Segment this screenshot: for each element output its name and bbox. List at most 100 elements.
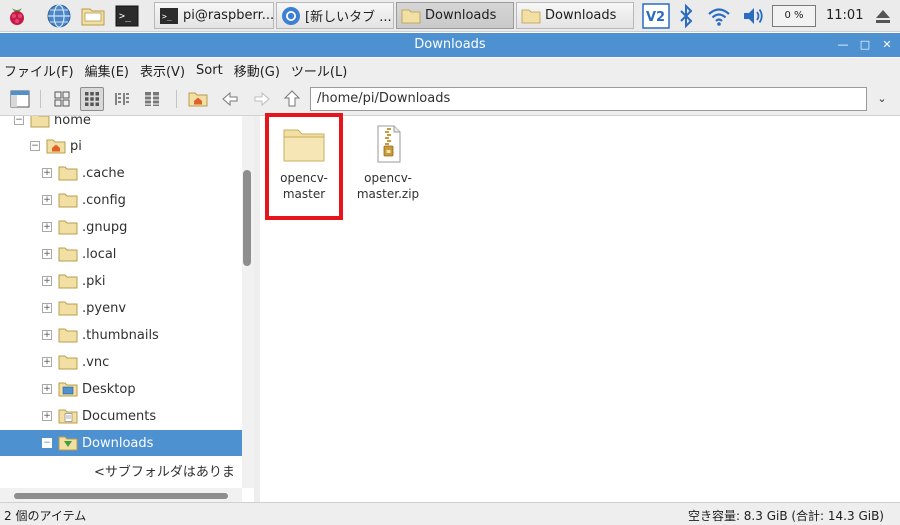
expand-icon[interactable]: + [42, 330, 52, 340]
task-terminal[interactable]: >_ pi@raspberr... [154, 2, 274, 29]
tree-item-gnupg[interactable]: + .gnupg [0, 214, 242, 240]
svg-text:>_: >_ [162, 12, 172, 21]
menu-go[interactable]: 移動(G) [234, 61, 280, 80]
directory-tree: − home − pi + .cache + .config + .gnupg … [0, 116, 242, 488]
tree-item-label: .config [82, 192, 126, 208]
back-button[interactable] [218, 87, 242, 111]
terminal-icon[interactable]: >_ [114, 3, 140, 29]
expand-icon[interactable]: + [42, 384, 52, 394]
folder-icon [58, 247, 78, 262]
expand-icon[interactable]: + [42, 168, 52, 178]
expand-icon[interactable]: + [42, 357, 52, 367]
home-folder-icon [46, 139, 66, 154]
collapse-icon[interactable]: − [30, 141, 40, 151]
maximize-icon[interactable]: □ [858, 38, 872, 52]
tree-item-label: home [54, 116, 91, 128]
file-manager-icon[interactable] [80, 3, 106, 29]
task-label: Downloads [545, 8, 617, 23]
tree-item-vnc[interactable]: + .vnc [0, 349, 242, 375]
tree-item-pki[interactable]: + .pki [0, 268, 242, 294]
clock[interactable]: 11:01 [826, 0, 863, 32]
downloads-folder-icon [58, 436, 78, 451]
tree-item-label: .pyenv [82, 300, 127, 316]
toolbar-separator [40, 90, 41, 108]
expand-icon[interactable]: + [42, 222, 52, 232]
svg-text:>_: >_ [119, 11, 132, 22]
tree-item-local[interactable]: + .local [0, 241, 242, 267]
forward-button[interactable] [250, 87, 274, 111]
menu-sort[interactable]: Sort [196, 63, 223, 78]
taskbar: >_ >_ pi@raspberr... [新しいタブ ... Download… [0, 0, 900, 32]
wifi-icon[interactable] [706, 3, 732, 29]
tree-item-pyenv[interactable]: + .pyenv [0, 295, 242, 321]
raspberry-menu-icon[interactable] [4, 3, 30, 29]
window-titlebar[interactable]: Downloads — □ ✕ [0, 33, 900, 57]
path-input[interactable]: /home/pi/Downloads [310, 87, 867, 111]
task-browser[interactable]: [新しいタブ ... [276, 2, 394, 29]
file-name-line1: opencv- [364, 171, 412, 185]
tree-item-no-subfolders: <サブフォルダはありま [0, 457, 242, 483]
home-button[interactable] [186, 87, 210, 111]
task-downloads-active[interactable]: Downloads [396, 2, 514, 29]
tree-item-home[interactable]: − home [0, 116, 242, 133]
task-label: pi@raspberr... [183, 8, 274, 23]
tree-item-label: Desktop [82, 381, 136, 397]
red-highlight-box [265, 113, 343, 220]
tree-item-config[interactable]: + .config [0, 187, 242, 213]
minimize-icon[interactable]: — [836, 38, 850, 52]
tree-item-desktop[interactable]: + Desktop [0, 376, 242, 402]
tree-horizontal-scroll-thumb[interactable] [14, 493, 228, 499]
tree-item-thumbnails[interactable]: + .thumbnails [0, 322, 242, 348]
folder-icon [58, 220, 78, 235]
tree-item-documents[interactable]: + Documents [0, 403, 242, 429]
tree-item-label: Downloads [82, 435, 154, 451]
expand-icon[interactable]: + [42, 195, 52, 205]
side-pane-icon [10, 90, 30, 108]
tree-item-downloads[interactable]: − Downloads [0, 430, 242, 456]
folder-icon [521, 9, 541, 23]
chevron-down-icon[interactable]: ⌄ [875, 92, 889, 106]
task-label: [新しいタブ ... [305, 10, 392, 25]
task-downloads[interactable]: Downloads [516, 2, 634, 29]
view-compact-button[interactable] [110, 87, 134, 111]
view-list-button[interactable] [140, 87, 164, 111]
tree-item-label: .vnc [82, 354, 110, 370]
side-pane-toggle-button[interactable] [8, 87, 32, 111]
file-name-line2: master.zip [356, 187, 420, 201]
tree-item-label: Documents [82, 408, 157, 424]
tree-item-pi[interactable]: − pi [0, 133, 242, 159]
file-item-opencv-master-zip[interactable]: opencv- master.zip [351, 124, 425, 202]
cpu-usage: 0 % [772, 5, 816, 27]
folder-icon [58, 274, 78, 289]
expand-icon[interactable]: + [42, 249, 52, 259]
home-folder-icon [188, 92, 208, 107]
volume-icon[interactable] [740, 3, 766, 29]
eject-icon[interactable] [870, 3, 896, 29]
expand-icon[interactable]: + [42, 303, 52, 313]
expand-icon[interactable]: + [42, 411, 52, 421]
vnc-icon[interactable]: V2 [642, 3, 670, 29]
forward-arrow-icon [254, 91, 270, 107]
up-arrow-icon [283, 90, 301, 107]
menu-file[interactable]: ファイル(F) [4, 61, 74, 80]
expand-icon[interactable]: + [42, 276, 52, 286]
tree-item-cache[interactable]: + .cache [0, 160, 242, 186]
menu-edit[interactable]: 編集(E) [85, 61, 129, 80]
tree-item-label: .gnupg [82, 219, 128, 235]
bluetooth-icon[interactable] [676, 3, 696, 29]
chromium-icon [282, 6, 300, 25]
menu-tools[interactable]: ツール(L) [291, 61, 347, 80]
view-thumbnails-button[interactable] [80, 87, 104, 111]
collapse-icon[interactable]: − [42, 438, 52, 448]
toolbar: /home/pi/Downloads ⌄ [0, 82, 900, 116]
view-icons-button[interactable] [50, 87, 74, 111]
tree-item-label: .cache [82, 165, 125, 181]
menu-view[interactable]: 表示(V) [140, 61, 185, 80]
close-icon[interactable]: ✕ [880, 38, 894, 52]
folder-icon [58, 355, 78, 370]
collapse-icon[interactable]: − [14, 116, 24, 125]
up-button[interactable] [280, 87, 304, 111]
back-arrow-icon [222, 91, 238, 107]
web-browser-icon[interactable] [46, 3, 72, 29]
tree-vertical-scroll-thumb[interactable] [243, 170, 251, 266]
